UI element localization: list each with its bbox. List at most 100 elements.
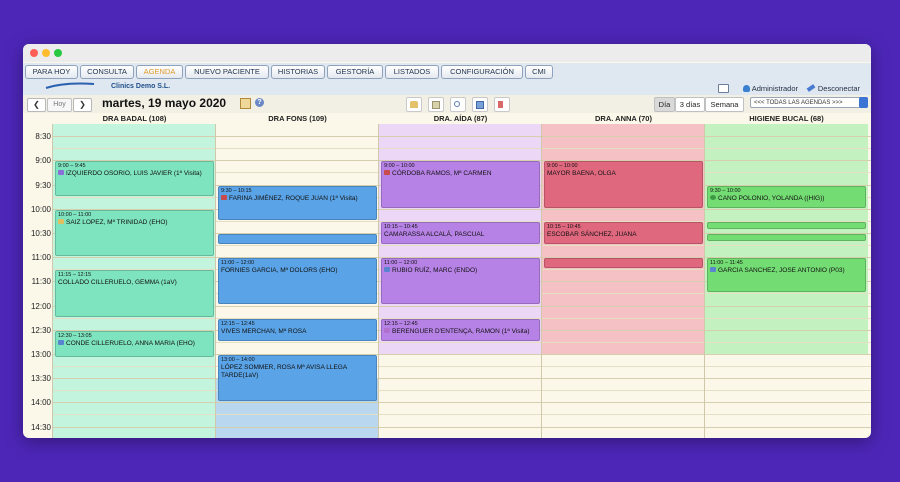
appointment-block[interactable]: 9:00 – 9:45 IZQUIERDO OSORIO, LUIS JAVIER… — [55, 161, 214, 196]
agenda-filter-select[interactable]: <<< TODAS LAS AGENDAS >>> — [750, 97, 868, 108]
appointment-block[interactable]: 13:00 – 14:00 LÓPEZ SOMMER, ROSA Mª AVISA… — [218, 354, 377, 402]
agenda-filter-value: <<< TODAS LAS AGENDAS >>> — [754, 100, 843, 106]
appointment-block[interactable]: 10:15 – ARIAS ROMERO, OSCAR (P01) — [707, 221, 866, 229]
help-icon[interactable]: ? — [255, 98, 264, 107]
calendar-icon[interactable] — [240, 98, 251, 109]
appointment-block[interactable]: 9:30 – 10:15 FARINA JIMÉNEZ, ROQUE JUAN (… — [218, 185, 377, 220]
appointment-block[interactable]: 9:00 – 10:00 MAYOR BAENA, OLGA — [544, 161, 703, 208]
time-label: 11:00 — [31, 253, 51, 263]
time-label: 10:30 — [30, 228, 51, 238]
appointment-block[interactable]: 10:30 – COMPAÑON GALASO, Mª CARMEN (P02) — [707, 233, 866, 241]
nav-configuracion[interactable]: CONFIGURACIÓN — [441, 65, 523, 79]
exit-icon[interactable] — [494, 97, 510, 112]
appointment-patient: CAMARASSA ALCALÁ, PASCUAL — [384, 231, 537, 239]
prev-day-button[interactable]: ❮ — [27, 98, 46, 112]
patient-name: MAYOR BAENA, OLGA — [547, 170, 616, 178]
appointment-block[interactable]: 12:30 – 13:05 CONDE CILLERUELO, ANNA MARI… — [55, 330, 214, 357]
patient-name: CAMARASSA ALCALÁ, PASCUAL — [384, 230, 485, 238]
next-day-button[interactable]: ❯ — [73, 98, 92, 112]
patient-name: CONDE CILLERUELO, ANNA MARIA (EHO) — [66, 339, 195, 347]
appointment-patient: IZQUIERDO OSORIO, LUIS JAVIER (1ª Visita… — [58, 170, 211, 178]
nav-consulta[interactable]: CONSULTA — [80, 65, 134, 79]
appointment-block[interactable]: 10:15 – 10:45 ESCOBAR SÁNCHEZ, JUANA — [544, 221, 703, 244]
nav-historias[interactable]: HISTORIAS — [271, 65, 325, 79]
grid-line — [53, 378, 871, 380]
nav-para-hoy[interactable]: PARA HOY — [25, 65, 78, 79]
appointment-block[interactable]: 11:15 – 12:15 COLLADO CILLERUELO, GEMMA (… — [55, 270, 214, 317]
triangle-icon — [58, 170, 64, 176]
grid-line — [53, 426, 871, 428]
appointment-time: 11:00 – 12:00 — [221, 260, 255, 267]
column-divider — [215, 124, 216, 438]
envelope-icon[interactable] — [718, 84, 729, 93]
person-icon — [384, 267, 390, 273]
grid-line — [53, 390, 871, 392]
appointment-block[interactable]: 10:15 – 10:45 CAMARASSA ALCALÁ, PASCUAL — [381, 221, 540, 244]
search-icon[interactable] — [450, 97, 466, 112]
logout-button[interactable]: Desconectar — [806, 84, 860, 93]
car-icon — [221, 194, 227, 200]
view-week[interactable]: Semana — [705, 97, 744, 112]
grid-line — [53, 148, 871, 150]
patient-name: FARINA JIMÉNEZ, ROQUE JUAN (1ª Visita) — [229, 194, 358, 202]
appointment-patient: MAYOR BAENA, OLGA — [547, 170, 700, 178]
appointment-patient: ESCOBAR SÁNCHEZ, JUANA — [547, 231, 700, 239]
appointment-time: 10:15 – 10:45 — [384, 223, 418, 230]
appointment-block[interactable]: 11:00 – SAPMAK QUINTO, JOSÉ RAMÓN — [544, 258, 703, 269]
grid-line — [53, 136, 871, 138]
column-header: DRA FONS (109) — [268, 114, 327, 123]
view-3-days[interactable]: 3 días — [675, 97, 705, 112]
appointment-block[interactable]: 10:00 – 11:00 SAIZ LOPEZ, Mª TRINIDAD (EH… — [55, 209, 214, 257]
patient-name: LÓPEZ SOMMER, ROSA Mª AVISA LLEGA TARDE(… — [221, 363, 347, 379]
appointment-block[interactable]: 9:30 – 10:00 CANO POLONIO, YOLANDA ((HIG)… — [707, 185, 866, 208]
time-label: 10:00 — [30, 204, 51, 214]
company-name: Clinics Demo S.L. — [111, 83, 171, 90]
company-logo — [45, 82, 95, 89]
zoom-window-button[interactable] — [54, 49, 62, 57]
grid-line — [53, 414, 871, 416]
appointment-time: 12:15 – 12:45 — [221, 320, 255, 327]
view-day[interactable]: Día — [654, 97, 675, 112]
title-bar — [23, 44, 871, 62]
user-menu[interactable]: Administrador — [742, 84, 798, 93]
appointment-time: 9:00 – 9:45 — [58, 163, 86, 170]
appointment-block[interactable]: 11:00 – 12:00 FORNIES GARCIA, Mª DOLORS (… — [218, 258, 377, 305]
document-icon[interactable] — [428, 97, 444, 112]
time-label: 14:30 — [30, 422, 51, 432]
appointment-time: 12:30 – 13:05 — [58, 332, 92, 339]
appointment-block[interactable]: 11:00 – 11:45 GARCIA SANCHEZ, JOSE ANTONI… — [707, 258, 866, 293]
lock-icon[interactable] — [406, 97, 422, 112]
appointment-time: 10:00 – 11:00 — [58, 211, 92, 218]
check-circle-icon — [710, 194, 716, 200]
nav-listados[interactable]: LISTADOS — [385, 65, 439, 79]
close-window-button[interactable] — [30, 49, 38, 57]
nav-cmi[interactable]: CMI — [525, 65, 553, 79]
patient-name: SAIZ LOPEZ, Mª TRINIDAD (EHO) — [66, 218, 168, 226]
calendar-grid: DRA BADAL (108) DRA FONS (109) DRA. AÍDA (… — [23, 113, 871, 438]
plug-icon — [806, 84, 816, 92]
today-button[interactable]: Hoy — [47, 98, 72, 112]
appointment-block[interactable]: 12:15 – 12:45 VIVES MERCHAN, Mª ROSA — [218, 318, 377, 341]
grid-line — [53, 402, 871, 404]
appointment-time: 11:00 – 11:45 — [710, 260, 743, 267]
appointment-patient: SAIZ LOPEZ, Mª TRINIDAD (EHO) — [58, 218, 211, 227]
minimize-window-button[interactable] — [42, 49, 50, 57]
appointment-time: 13:00 – 14:00 — [221, 356, 255, 363]
column-header: DRA. AÍDA (87) — [433, 114, 488, 123]
nav-gestoria[interactable]: GESTORÍA — [327, 65, 383, 79]
appointment-time: 9:30 – 10:15 — [221, 187, 252, 194]
nav-agenda[interactable]: AGENDA — [136, 65, 183, 79]
image-icon[interactable] — [472, 97, 488, 112]
appointment-block[interactable]: 11:00 – 12:00 RUBIO RUÍZ, MARC (ENDO) — [381, 258, 540, 305]
appointment-block[interactable]: 12:15 – 12:45 BERENGUER D'ENTENÇA, RAMON … — [381, 318, 540, 341]
appointment-block[interactable]: 9:00 – 10:00 CÓRDOBA RAMOS, Mª CARMEN — [381, 161, 540, 208]
time-label: 11:30 — [31, 277, 51, 287]
main-navigation: PARA HOY CONSULTA AGENDA NUEVO PACIENTE … — [23, 63, 871, 95]
appointment-time: 11:15 – 12:15 — [58, 272, 92, 279]
patient-name: BERENGUER D'ENTENÇA, RAMON (1ª Visita) — [392, 327, 530, 335]
appointment-patient: CÓRDOBA RAMOS, Mª CARMEN — [384, 170, 537, 178]
appointment-patient: GARCIA SANCHEZ, JOSE ANTONIO (P03) — [710, 267, 863, 275]
appointment-block[interactable]: 10:30 – ALCAIDE BOLIVAR, LOLA (2aV) — [218, 233, 377, 244]
nav-nuevo-paciente[interactable]: NUEVO PACIENTE — [185, 65, 269, 79]
column-header: DRA. ANNA (70) — [595, 114, 652, 123]
